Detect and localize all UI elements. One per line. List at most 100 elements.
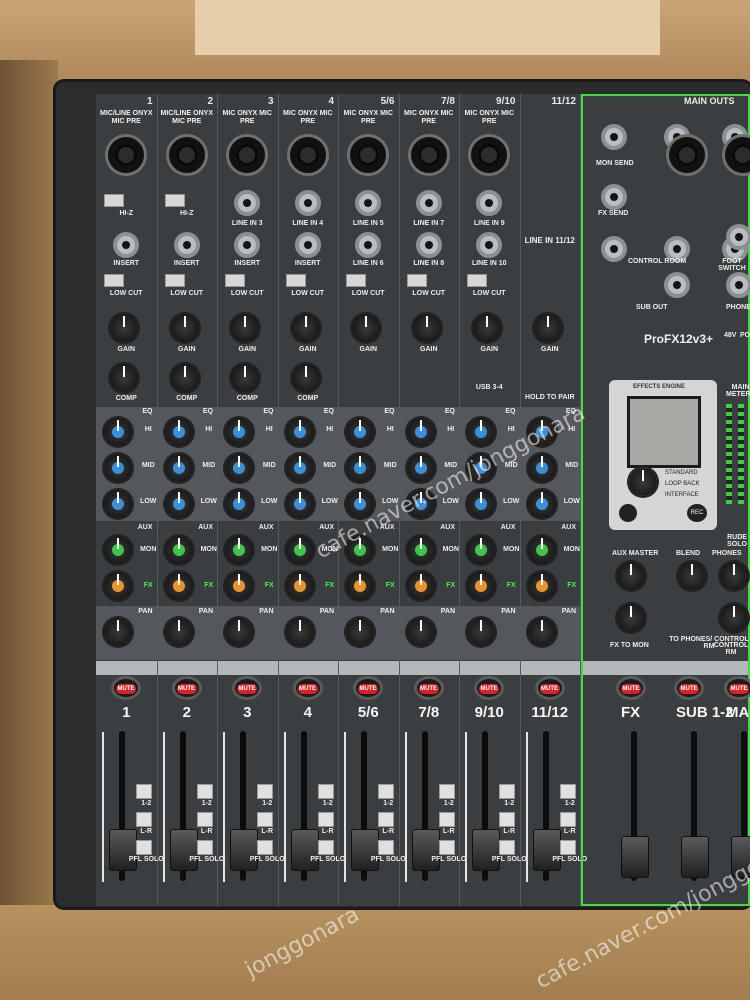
insert-jack[interactable] — [113, 232, 139, 258]
master-mute-button[interactable]: MUTE — [674, 676, 704, 700]
pan-knob[interactable] — [346, 618, 374, 646]
xlr-input[interactable] — [105, 134, 148, 176]
gain-knob[interactable] — [291, 314, 320, 342]
gain-knob[interactable] — [110, 314, 138, 342]
solo-button[interactable] — [378, 840, 394, 855]
bus-lr-button[interactable] — [317, 812, 334, 827]
comp-knob[interactable] — [170, 364, 199, 392]
bus-lr-button[interactable] — [257, 812, 273, 827]
mute-button[interactable]: MUTE — [534, 676, 565, 700]
xlr-input[interactable] — [226, 134, 269, 176]
pan-knob[interactable] — [164, 618, 193, 646]
output-jack[interactable] — [726, 272, 750, 298]
master-knob[interactable] — [678, 562, 706, 590]
bus-lr-button[interactable] — [559, 812, 576, 827]
comp-knob[interactable] — [231, 364, 259, 392]
master-knob[interactable] — [617, 562, 645, 590]
line-in-jack[interactable] — [234, 190, 260, 216]
insert-jack[interactable] — [294, 232, 321, 258]
pan-knob[interactable] — [225, 618, 253, 646]
gain-knob[interactable] — [473, 314, 501, 342]
hiz-switch[interactable] — [164, 194, 185, 207]
master-mute-button[interactable]: MUTE — [724, 676, 750, 700]
insert-jack[interactable] — [234, 232, 260, 258]
low-cut-switch[interactable] — [285, 274, 306, 287]
line-in-jack-2[interactable] — [476, 232, 502, 258]
output-jack[interactable] — [601, 236, 627, 262]
output-jack[interactable] — [601, 184, 627, 210]
low-cut-switch[interactable] — [164, 274, 185, 287]
mute-button[interactable]: MUTE — [474, 676, 504, 700]
mute-button[interactable]: MUTE — [353, 676, 383, 700]
comp-knob[interactable] — [291, 364, 320, 392]
mute-button[interactable]: MUTE — [232, 676, 262, 700]
bus-lr-button[interactable] — [499, 812, 515, 827]
master-knob[interactable] — [720, 604, 748, 632]
xlr-input[interactable] — [286, 134, 329, 176]
bus-12-button[interactable] — [136, 784, 152, 799]
low-cut-switch[interactable] — [346, 274, 366, 287]
gain-knob[interactable] — [352, 314, 380, 342]
gain-knob[interactable] — [533, 314, 562, 342]
master-knob[interactable] — [720, 562, 748, 590]
channel-fader[interactable] — [169, 829, 198, 871]
channel-fader[interactable] — [290, 829, 319, 871]
pan-knob[interactable] — [406, 618, 435, 646]
channel-fader[interactable] — [351, 829, 379, 871]
master-knob[interactable] — [617, 604, 645, 632]
pan-knob[interactable] — [527, 618, 556, 646]
pan-knob[interactable] — [104, 618, 132, 646]
xlr-input[interactable] — [407, 134, 450, 176]
solo-button[interactable] — [257, 840, 273, 855]
comp-knob[interactable] — [110, 364, 138, 392]
solo-button[interactable] — [499, 840, 515, 855]
master-fader[interactable] — [621, 836, 649, 878]
solo-button[interactable] — [317, 840, 334, 855]
line-in-jack-2[interactable] — [415, 232, 442, 258]
mute-button[interactable]: MUTE — [111, 676, 141, 700]
bus-12-button[interactable] — [196, 784, 213, 799]
line-in-jack[interactable] — [476, 190, 502, 216]
pan-knob[interactable] — [285, 618, 314, 646]
line-in-jack-2[interactable] — [355, 232, 381, 258]
low-cut-switch[interactable] — [104, 274, 124, 287]
channel-fader[interactable] — [411, 829, 440, 871]
channel-fader[interactable] — [532, 829, 561, 871]
bus-12-button[interactable] — [438, 784, 455, 799]
low-cut-switch[interactable] — [406, 274, 427, 287]
low-cut-switch[interactable] — [225, 274, 245, 287]
channel-fader[interactable] — [230, 829, 258, 871]
master-fader[interactable] — [681, 836, 709, 878]
bus-lr-button[interactable] — [196, 812, 213, 827]
output-jack[interactable] — [664, 272, 690, 298]
xlr-input[interactable] — [468, 134, 511, 176]
hiz-switch[interactable] — [104, 194, 124, 207]
bus-12-button[interactable] — [257, 784, 273, 799]
bus-lr-button[interactable] — [378, 812, 394, 827]
mute-button[interactable]: MUTE — [413, 676, 444, 700]
xlr-input[interactable] — [165, 134, 208, 176]
gain-knob[interactable] — [170, 314, 199, 342]
bus-12-button[interactable] — [378, 784, 394, 799]
bus-12-button[interactable] — [559, 784, 576, 799]
low-cut-switch[interactable] — [467, 274, 487, 287]
gain-knob[interactable] — [231, 314, 259, 342]
gain-knob[interactable] — [412, 314, 441, 342]
main-xlr-output[interactable] — [666, 134, 708, 176]
line-in-jack[interactable] — [355, 190, 381, 216]
xlr-input[interactable] — [347, 134, 390, 176]
insert-jack[interactable] — [173, 232, 200, 258]
output-jack[interactable] — [601, 124, 627, 150]
master-mute-button[interactable]: MUTE — [616, 676, 646, 700]
mute-button[interactable]: MUTE — [171, 676, 202, 700]
channel-fader[interactable] — [472, 829, 500, 871]
solo-button[interactable] — [136, 840, 152, 855]
line-in-jack[interactable] — [294, 190, 321, 216]
solo-button[interactable] — [196, 840, 213, 855]
bus-lr-button[interactable] — [136, 812, 152, 827]
bus-12-button[interactable] — [499, 784, 515, 799]
solo-button[interactable] — [438, 840, 455, 855]
bus-lr-button[interactable] — [438, 812, 455, 827]
output-jack[interactable] — [726, 224, 750, 250]
pan-knob[interactable] — [467, 618, 495, 646]
